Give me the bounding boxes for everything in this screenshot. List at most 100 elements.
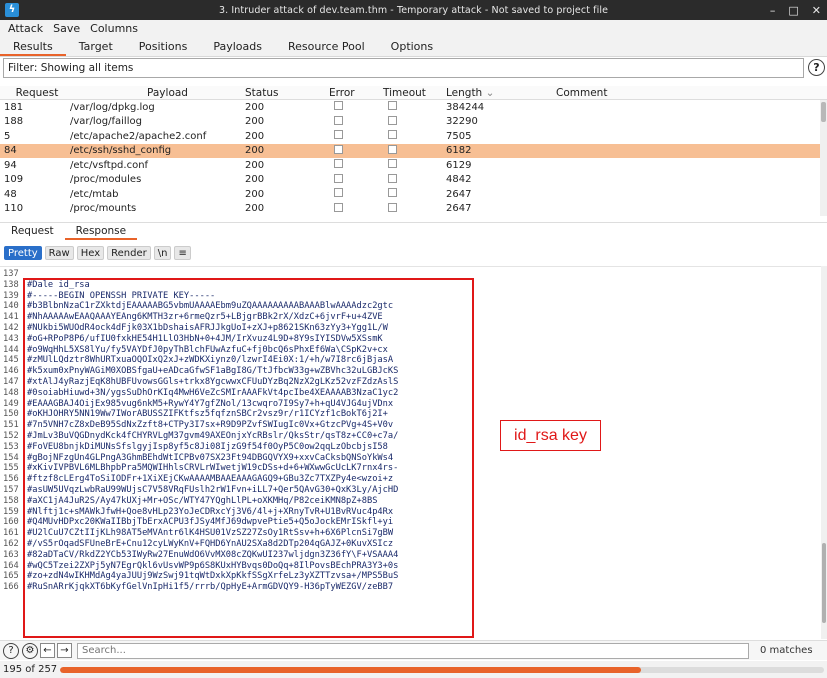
cell-payload: /var/log/dpkg.log: [70, 101, 155, 113]
forward-arrow-icon[interactable]: →: [57, 643, 72, 658]
line-number: 159: [3, 506, 19, 517]
line-number: 166: [3, 582, 19, 593]
close-icon[interactable]: ✕: [812, 4, 821, 17]
scrollbar-thumb[interactable]: [822, 543, 826, 623]
table-row[interactable]: 110/proc/mounts 200 2647: [0, 202, 827, 217]
filter-bar[interactable]: Filter: Showing all items: [3, 58, 804, 78]
cell-request: 110: [4, 203, 24, 215]
cell-error: [329, 159, 383, 171]
table-row[interactable]: 181/var/log/dpkg.log 200 384244: [0, 100, 827, 115]
scrollbar-thumb[interactable]: [821, 102, 826, 122]
menu-attack[interactable]: Attack: [8, 22, 43, 35]
table-row[interactable]: 94/etc/vsftpd.conf 200 6129: [0, 158, 827, 173]
cell-error: [329, 115, 383, 128]
gear-icon[interactable]: ⚙: [22, 642, 38, 659]
minimize-icon[interactable]: –: [770, 4, 776, 17]
table-row[interactable]: 5/etc/apache2/apache2.conf 200 7505: [0, 129, 827, 144]
line-number: 151: [3, 420, 19, 431]
help-icon[interactable]: ?: [3, 642, 19, 659]
table-row[interactable]: 48/etc/mtab 200 2647: [0, 187, 827, 202]
tab-options[interactable]: Options: [378, 40, 446, 56]
line-number: 160: [3, 517, 19, 528]
code-line: #Nlftj1c+sMAWkJfwH+Qoe8vHLp23YoJeCDRxcYj…: [27, 506, 394, 517]
cell-status: 200: [245, 130, 265, 142]
options-menu-icon[interactable]: ≡: [174, 245, 191, 260]
cell-request: 48: [4, 188, 17, 200]
cell-status: 200: [245, 188, 265, 200]
checkbox: [388, 130, 397, 140]
code-line: #Q4MUvHDPxc20KWaIIBbjTbErxACPU3fJSy4MfJ6…: [27, 517, 394, 528]
col-timeout[interactable]: Timeout: [383, 87, 446, 99]
table-row[interactable]: 188/var/log/faillog 200 32290: [0, 115, 827, 130]
col-request[interactable]: Request: [0, 87, 70, 99]
checkbox: [388, 115, 397, 125]
line-number: 150: [3, 409, 19, 420]
code-line: #/vS5rOqadSFUneBrE+Cnu12cyLWyKnV+FQHD6Yn…: [27, 539, 394, 549]
code-line: #RuSnARrKjqkXT6bKyfGelVnIpHi1f5/rrrb/QpH…: [27, 582, 394, 593]
cell-payload: /etc/ssh/sshd_config: [70, 145, 172, 157]
cell-timeout: [383, 202, 446, 215]
col-status[interactable]: Status: [245, 87, 329, 99]
maximize-icon[interactable]: □: [788, 4, 798, 17]
show-newlines-button[interactable]: \n: [153, 245, 172, 260]
code-line: #xKivIVPBVL6MLBhpbPra5MQWIHhlsCRVLrWIwet…: [27, 463, 399, 474]
cell-error: [329, 173, 383, 186]
tab-response[interactable]: Response: [64, 223, 138, 240]
code-line: #wQC5Tzei2ZXPj5yN7EgrQkl6vUsvWP9p6S8KUxH…: [27, 560, 399, 571]
match-count: 0 matches: [760, 645, 813, 656]
view-raw-button[interactable]: Raw: [44, 245, 74, 260]
back-arrow-icon[interactable]: ←: [40, 643, 55, 658]
window-titlebar: ϟ 3. Intruder attack of dev.team.thm - T…: [0, 0, 827, 20]
menu-columns[interactable]: Columns: [90, 22, 138, 35]
table-row[interactable]: 84/etc/ssh/sshd_config 200 6182: [0, 143, 827, 158]
code-line: #k5xum0xPnyWAGiM0XOBSfgaU+eADcaGfwSF1aBg…: [27, 366, 399, 377]
tab-payloads[interactable]: Payloads: [200, 40, 275, 56]
col-length[interactable]: Length ⌄: [446, 87, 556, 99]
cell-length: 7505: [446, 130, 472, 142]
cell-request: 109: [4, 174, 24, 186]
line-number: 138: [3, 279, 19, 290]
col-payload[interactable]: Payload: [70, 87, 245, 99]
cell-length: 32290: [446, 116, 478, 128]
col-error[interactable]: Error: [329, 87, 383, 99]
cell-status: 200: [245, 145, 265, 157]
view-pretty-button[interactable]: Pretty: [4, 245, 42, 260]
line-number: 161: [3, 528, 19, 539]
cell-payload: /proc/modules: [70, 174, 142, 186]
cell-length: 384244: [446, 101, 485, 113]
response-editor[interactable]: id_rsa key 137 138 #Dale id_rsa 139 #-----BE…: [0, 266, 821, 639]
line-number: 144: [3, 344, 19, 355]
cell-length: 2647: [446, 188, 472, 200]
cell-timeout: [383, 188, 446, 200]
checkbox: [388, 101, 397, 111]
line-number: 156: [3, 474, 19, 485]
cell-timeout: [383, 130, 446, 142]
tab-results[interactable]: Results: [0, 40, 66, 56]
cell-error: [329, 188, 383, 200]
line-number: 152: [3, 431, 19, 441]
editor-scrollbar[interactable]: [821, 266, 827, 639]
col-length-label: Length: [446, 86, 483, 99]
attack-tabs: Results Target Positions Payloads Resour…: [0, 37, 827, 57]
status-bar: 195 of 257: [0, 661, 827, 678]
col-comment[interactable]: Comment: [556, 87, 666, 99]
view-render-button[interactable]: Render: [107, 245, 151, 260]
table-row[interactable]: 109/proc/modules 200 4842: [0, 173, 827, 188]
tab-target[interactable]: Target: [66, 40, 126, 56]
code-line: #xtAlJ4yRazjEqK8hUBFUvowsGGls+trkx8Ygcww…: [27, 377, 399, 387]
code-line: #7n5VNH7cZ8xDeB95SdNxZzft8+CTPy3I7sx+R9D…: [27, 420, 394, 431]
results-scrollbar[interactable]: [820, 100, 827, 216]
line-number: 158: [3, 495, 19, 506]
tab-request[interactable]: Request: [0, 223, 65, 240]
menu-save[interactable]: Save: [53, 22, 80, 35]
code-line: #U2lCuU7CZtIIjKLh98AT5eMVAntr6lK4HSU01Vz…: [27, 528, 394, 539]
cell-timeout: [383, 115, 446, 128]
view-hex-button[interactable]: Hex: [76, 245, 105, 260]
checkbox: [334, 115, 343, 125]
tab-resource-pool[interactable]: Resource Pool: [275, 40, 378, 56]
line-number: 165: [3, 571, 19, 582]
search-input[interactable]: [77, 642, 749, 659]
tab-positions[interactable]: Positions: [126, 40, 201, 56]
help-icon[interactable]: ?: [808, 59, 825, 76]
code-line: #oKHJOHRY5NN19Ww7IWorABUSSZIFKtfsz5fqfzn…: [27, 409, 388, 420]
